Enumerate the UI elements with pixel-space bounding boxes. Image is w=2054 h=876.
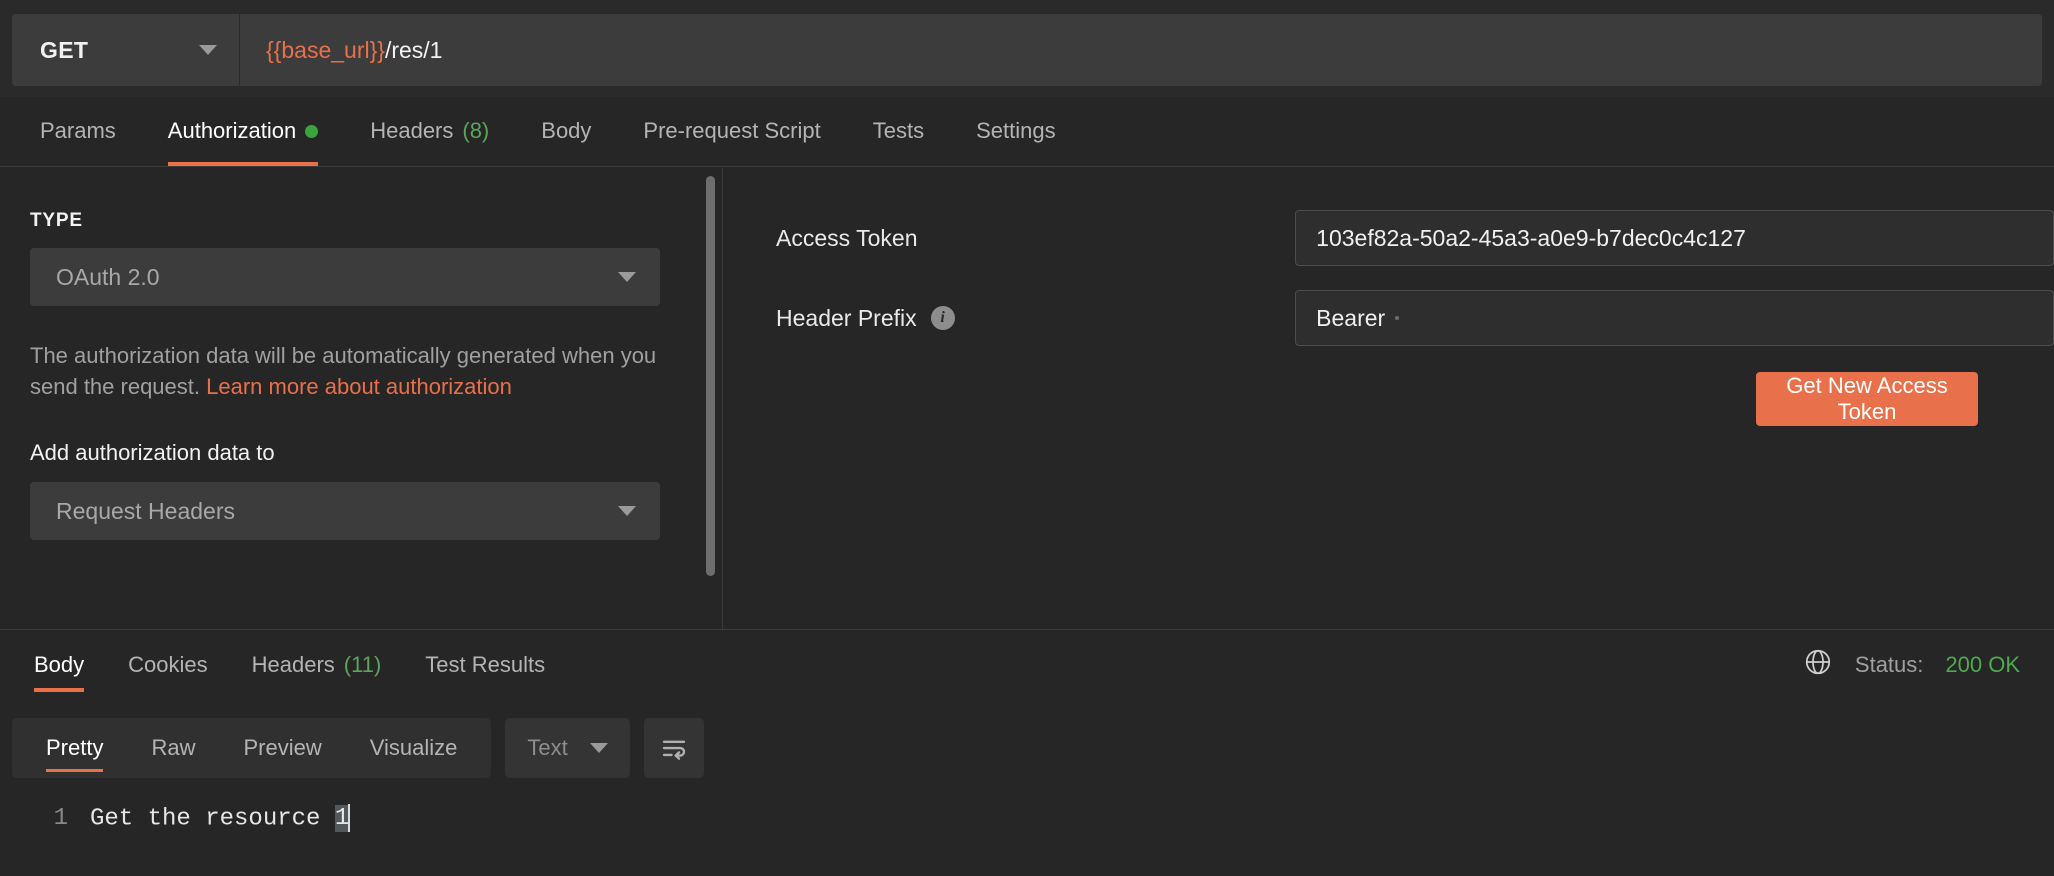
chevron-down-icon [618,272,636,282]
access-token-row: Access Token 103ef82a-50a2-45a3-a0e9-b7d… [723,198,2054,278]
learn-more-authorization-link[interactable]: Learn more about authorization [206,374,512,399]
authorization-scrollbar-thumb[interactable] [706,176,715,576]
auth-configured-dot-icon [305,125,318,138]
header-prefix-label-text: Header Prefix [776,305,917,332]
status-code: 200 OK [1945,652,2020,678]
response-status-area: Status: 200 OK [1803,647,2020,682]
tab-settings[interactable]: Settings [950,96,1082,166]
tab-authorization-label: Authorization [168,118,296,144]
access-token-label-text: Access Token [776,225,917,252]
tab-body[interactable]: Body [515,96,617,166]
tab-params-label: Params [40,118,116,144]
authorization-pane: TYPE OAuth 2.0 The authorization data wi… [0,168,2054,629]
url-variable-token: {{base_url}} [266,37,385,64]
tab-pre-request-script-label: Pre-request Script [643,118,820,144]
response-tab-body-label: Body [34,652,84,678]
view-mode-pretty[interactable]: Pretty [22,718,127,778]
view-mode-pretty-label: Pretty [46,735,103,761]
request-tab-bar: Params Authorization Headers (8) Body Pr… [0,97,2054,167]
tab-body-label: Body [541,118,591,144]
code-text: Get the resource 1 [90,804,350,832]
view-mode-raw[interactable]: Raw [127,718,219,778]
view-mode-visualize-label: Visualize [370,735,458,761]
request-url-bar-inner: GET {{base_url}}/res/1 [12,14,2042,86]
tab-tests[interactable]: Tests [847,96,950,166]
tab-params[interactable]: Params [14,96,142,166]
line-number: 1 [0,805,90,832]
tab-headers-label: Headers [370,118,453,144]
response-tab-cookies[interactable]: Cookies [106,630,229,700]
access-token-input[interactable]: 103ef82a-50a2-45a3-a0e9-b7dec0c4c127 [1295,210,2054,266]
request-url-bar: GET {{base_url}}/res/1 [0,0,2054,97]
code-text-selected: 1 [335,805,349,832]
url-path-token: /res/1 [385,37,443,64]
response-tab-headers-count: (11) [344,652,382,678]
response-view-toolbar: Pretty Raw Preview Visualize Text [0,708,2054,788]
request-url-input[interactable]: {{base_url}}/res/1 [240,14,2042,86]
authorization-scrollbar[interactable] [703,168,717,629]
header-prefix-input[interactable]: Bearer [1295,290,2054,346]
header-prefix-label: Header Prefix i [776,305,1295,332]
response-format-value: Text [527,735,567,761]
response-format-select[interactable]: Text [505,718,629,778]
trailing-space-marker-icon [1395,316,1399,320]
auth-help-text: The authorization data will be automatic… [30,340,670,402]
view-mode-visualize[interactable]: Visualize [346,718,482,778]
response-tab-body[interactable]: Body [12,630,106,700]
info-icon[interactable]: i [931,306,955,330]
auth-type-select[interactable]: OAuth 2.0 [30,248,660,306]
status-label: Status: [1855,652,1923,678]
tab-tests-label: Tests [873,118,924,144]
header-prefix-value: Bearer [1316,305,1385,332]
get-new-access-token-button[interactable]: Get New Access Token [1756,372,1978,426]
chevron-down-icon [199,45,217,55]
add-authorization-data-label: Add authorization data to [30,440,675,466]
response-tab-test-results-label: Test Results [425,652,545,678]
response-view-mode-group: Pretty Raw Preview Visualize [12,718,491,778]
access-token-label: Access Token [776,225,1295,252]
code-line: 1 Get the resource 1 [0,798,2054,838]
view-mode-raw-label: Raw [151,735,195,761]
add-authorization-data-value: Request Headers [56,498,235,525]
tab-settings-label: Settings [976,118,1056,144]
authorization-left-panel: TYPE OAuth 2.0 The authorization data wi… [0,168,705,629]
add-authorization-data-select[interactable]: Request Headers [30,482,660,540]
header-prefix-row: Header Prefix i Bearer [723,278,2054,358]
chevron-down-icon [590,743,608,753]
code-text-plain: Get the resource [90,805,335,832]
response-tab-headers-label: Headers [252,652,335,678]
auth-type-value: OAuth 2.0 [56,264,160,291]
response-tab-test-results[interactable]: Test Results [403,630,567,700]
chevron-down-icon [618,506,636,516]
response-body-viewer[interactable]: 1 Get the resource 1 [0,788,2054,876]
auth-type-label: TYPE [30,210,675,232]
response-tab-headers[interactable]: Headers (11) [230,630,404,700]
view-mode-preview-label: Preview [243,735,321,761]
globe-icon[interactable] [1803,647,1833,682]
response-tab-bar: Body Cookies Headers (11) Test Results S… [0,629,2054,699]
access-token-value: 103ef82a-50a2-45a3-a0e9-b7dec0c4c127 [1316,225,1746,252]
http-method-select[interactable]: GET [12,14,240,86]
tab-pre-request-script[interactable]: Pre-request Script [617,96,846,166]
response-tab-cookies-label: Cookies [128,652,207,678]
tab-headers-count: (8) [462,118,489,144]
tab-authorization[interactable]: Authorization [142,96,344,166]
tab-headers[interactable]: Headers (8) [344,96,515,166]
authorization-right-panel: Access Token 103ef82a-50a2-45a3-a0e9-b7d… [723,168,2054,629]
view-mode-preview[interactable]: Preview [219,718,345,778]
http-method-label: GET [40,37,88,64]
word-wrap-toggle-button[interactable] [644,718,704,778]
text-cursor [348,804,350,832]
